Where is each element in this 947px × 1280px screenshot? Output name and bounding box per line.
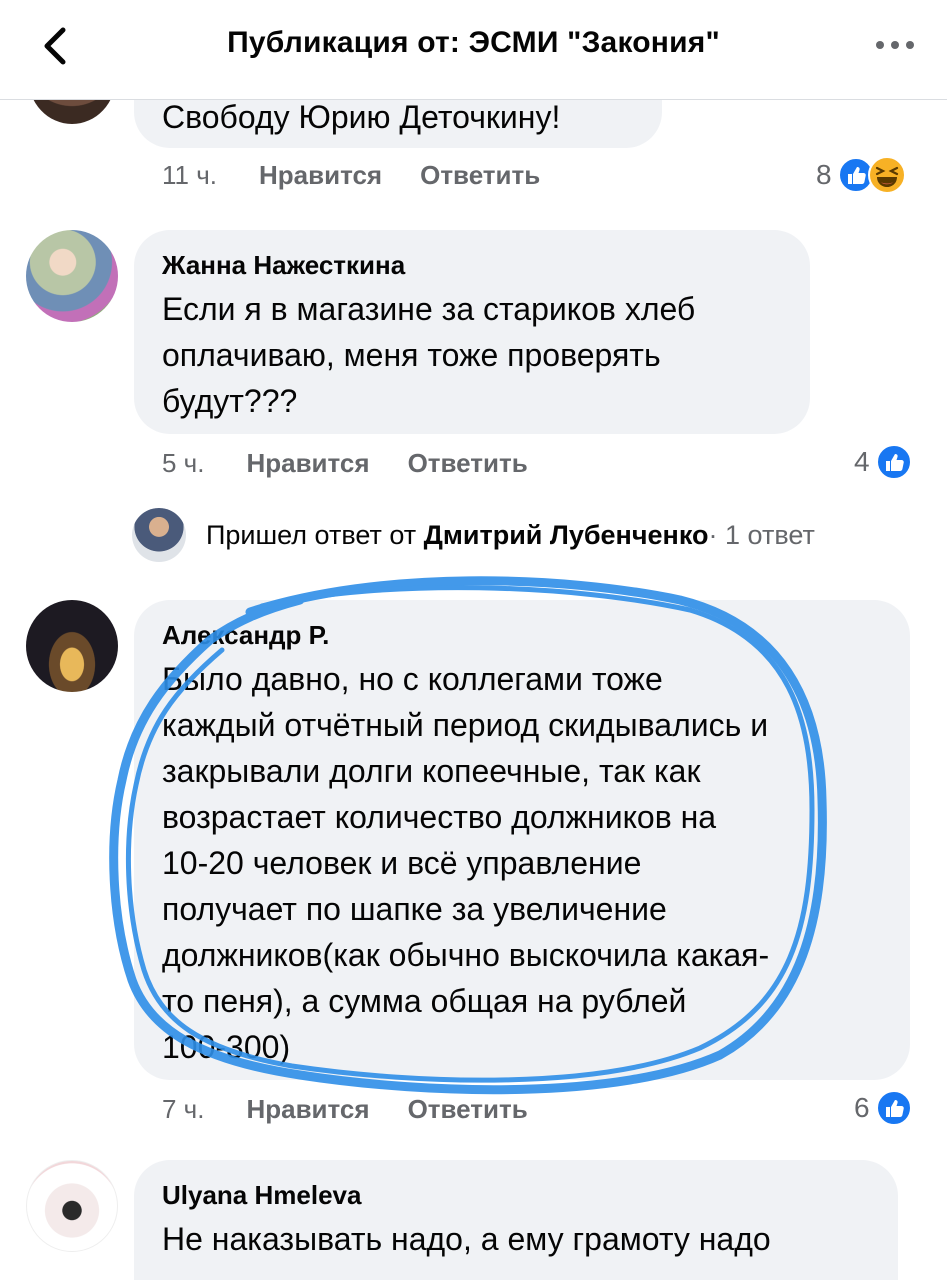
like-button[interactable]: Нравится [259,160,382,191]
comment-text-line: получает по шапке за увеличение [162,891,667,927]
view-replies-link[interactable]: Пришел ответ от Дмитрий Лубенченко · 1 о… [132,506,815,564]
reply-prefix: Пришел ответ от [206,519,417,550]
reply-count: · 1 ответ [708,519,815,550]
reaction-count: 8 [816,159,832,190]
reaction-count: 4 [854,446,870,477]
comment-actions: 7 ч. Нравится Ответить [162,1094,566,1125]
avatar[interactable] [26,600,118,692]
avatar[interactable] [26,1160,118,1252]
comment-actions: 11 ч. Нравится Ответить [162,160,578,191]
comment-text: Не наказывать надо, а ему грамоту надо [162,1221,771,1257]
comment-actions: 5 ч. Нравится Ответить [162,448,566,479]
reaction-summary[interactable]: 8 [816,156,906,194]
comment-author[interactable]: Ulyana Hmeleva [162,1180,361,1210]
ellipsis-icon [876,41,914,49]
comment-time[interactable]: 11 ч. [162,160,217,191]
like-button[interactable]: Нравится [246,448,369,479]
comment-time[interactable]: 7 ч. [162,1094,204,1125]
comment-text-line: должников(как обычно выскочила какая- [162,937,770,973]
comment-text: Свободу Юрию Деточкину! [162,99,561,135]
comment-bubble: Жанна Нажесткина Если я в магазине за ст… [134,230,810,434]
page-title: Публикация от: ЭСМИ "Закония" [227,26,720,59]
more-options-button[interactable] [873,30,917,60]
comment-text-line: возрастает количество должников на [162,799,717,835]
like-button[interactable]: Нравится [246,1094,369,1125]
comment-text: Было давно, но с коллегами тоже каждый о… [162,656,769,1070]
reaction-count: 6 [854,1092,870,1123]
comment-text-line: будут??? [162,383,298,419]
comment-text-line: оплачиваю, меня тоже проверять [162,337,661,373]
avatar [132,508,186,562]
comment-text-line: 10-20 человек и всё управление [162,845,642,881]
comment-text-line: то пеня), а сумма общая на рублей [162,983,687,1019]
comment-time[interactable]: 5 ч. [162,448,204,479]
avatar[interactable] [26,230,118,322]
like-icon [875,444,912,480]
like-icon [875,1090,912,1126]
comment-text: Если я в магазине за стариков хлеб оплач… [162,286,695,424]
comment-bubble: Александр Р. Было давно, но с коллегами … [134,600,910,1080]
reaction-summary[interactable]: 4 [854,444,912,480]
comment-text-line: Если я в магазине за стариков хлеб [162,291,696,327]
reaction-summary[interactable]: 6 [854,1090,912,1126]
comment-text-line: каждый отчётный период скидывались и [162,707,769,743]
comment-text-line: 100-300) [162,1029,291,1065]
comment-text-line: Было давно, но с коллегами тоже [162,661,663,697]
reply-button[interactable]: Ответить [420,160,540,191]
reply-button[interactable]: Ответить [408,448,528,479]
reply-button[interactable]: Ответить [408,1094,528,1125]
haha-icon [867,156,906,194]
top-bar: Публикация от: ЭСМИ "Закония" [0,0,947,100]
comment-bubble: Ulyana Hmeleva Не наказывать надо, а ему… [134,1160,898,1280]
comment-author[interactable]: Жанна Нажесткина [162,250,405,280]
reply-author: Дмитрий Лубенченко [423,519,709,550]
comment-text-line: закрывали долги копеечные, так как [162,753,701,789]
comment-author[interactable]: Александр Р. [162,620,329,650]
